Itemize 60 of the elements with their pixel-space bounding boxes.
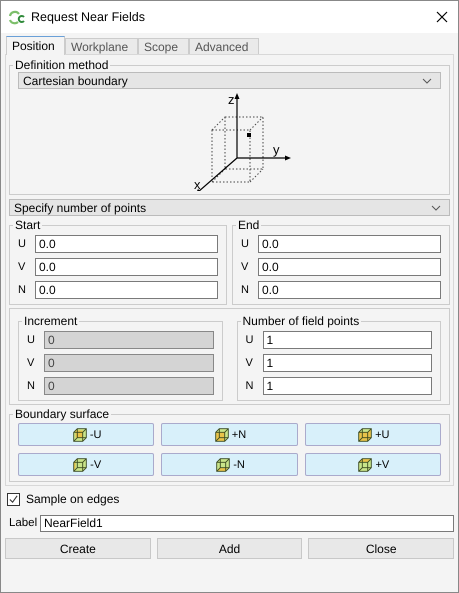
input-field[interactable]: NearField1 <box>40 514 454 532</box>
axis-label: N <box>241 284 250 296</box>
dialog-button[interactable]: Add <box>156 538 302 559</box>
dialog-button[interactable]: Create <box>5 538 151 559</box>
tab[interactable]: Position <box>6 36 65 55</box>
close-icon <box>436 11 448 23</box>
input-field[interactable]: 1 <box>262 354 432 372</box>
group-label: Boundary surface <box>14 408 110 421</box>
group-label: Start <box>14 219 42 232</box>
checkbox-label: Sample on edges <box>26 492 120 506</box>
boundary-button[interactable]: +N <box>161 423 298 446</box>
checkbox[interactable] <box>7 492 20 506</box>
cube-icon <box>214 456 232 474</box>
input-field[interactable]: 0.0 <box>35 234 218 252</box>
axis-label: V <box>18 260 26 272</box>
axis-label: y <box>272 142 279 157</box>
input-field[interactable]: 1 <box>262 376 432 394</box>
input-field[interactable]: 1 <box>262 330 432 348</box>
caret-icon <box>422 78 432 84</box>
dialog-button[interactable]: Close <box>308 538 454 559</box>
axis-label: N <box>27 380 36 392</box>
boundary-button[interactable]: +V <box>304 453 441 476</box>
cube-icon <box>70 426 89 444</box>
axis-label: U <box>18 238 27 250</box>
input-field[interactable]: 0.0 <box>258 280 441 298</box>
group-label: End <box>237 219 260 232</box>
input-field[interactable]: 0.0 <box>258 234 441 252</box>
axis-label: V <box>27 356 36 368</box>
axis-label: N <box>18 284 27 296</box>
group-label: Definition method <box>14 59 110 72</box>
cube-icon <box>71 456 90 474</box>
axis-label: U <box>241 238 250 250</box>
axis-label: z <box>228 92 234 107</box>
axis-label: U <box>246 334 254 346</box>
group-label: Increment <box>23 315 78 328</box>
input-field[interactable]: 0.0 <box>35 280 218 298</box>
caret-icon <box>431 204 441 210</box>
axis-label: U <box>27 334 36 346</box>
cube-icon <box>356 426 374 444</box>
boundary-button[interactable]: -N <box>161 453 298 476</box>
axis-label: N <box>246 380 254 392</box>
boundary-button[interactable]: +U <box>304 423 441 446</box>
axis-label: V <box>241 260 250 272</box>
group-label: Number of field points <box>242 315 360 328</box>
input-field[interactable]: 0.0 <box>258 258 441 276</box>
dropdown[interactable]: Specify number of points <box>9 199 450 216</box>
tab[interactable]: Workplane <box>65 38 138 54</box>
tab[interactable]: Advanced <box>189 38 259 54</box>
tab[interactable]: Scope <box>138 38 189 54</box>
field-label: Label <box>9 517 38 529</box>
axis-label: V <box>246 356 254 368</box>
cube-icon <box>356 456 374 474</box>
boundary-button[interactable]: -U <box>18 423 154 446</box>
boundary-button[interactable]: -V <box>18 453 154 476</box>
window-title: Request Near Fields <box>31 10 145 24</box>
input-field[interactable]: 0.0 <box>35 258 218 276</box>
axis-label: x <box>194 177 200 191</box>
dropdown[interactable]: Cartesian boundary <box>18 72 441 89</box>
app-logo-icon <box>7 9 25 25</box>
cube-icon <box>212 426 231 444</box>
